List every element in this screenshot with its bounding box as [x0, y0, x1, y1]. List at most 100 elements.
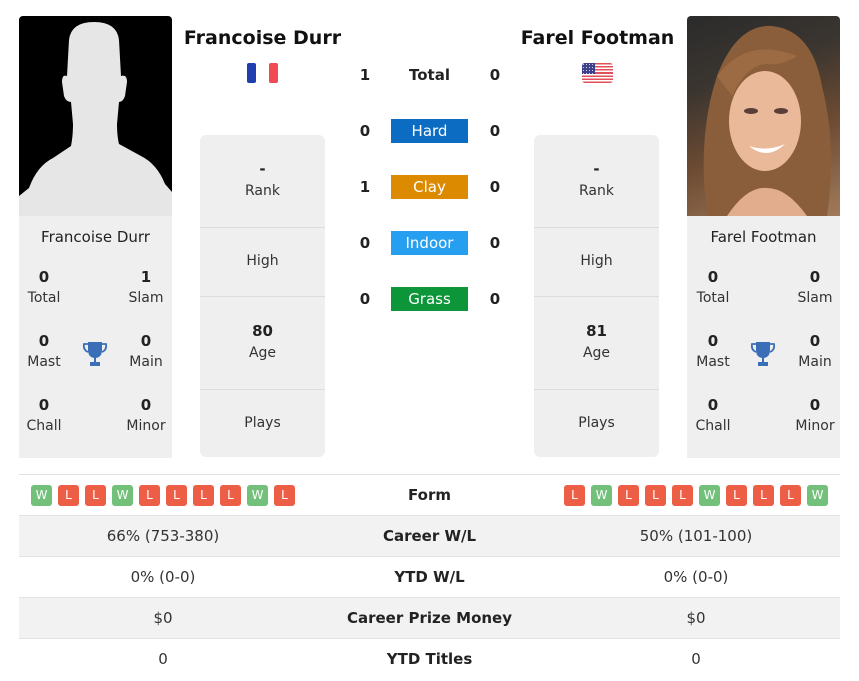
form-loss-badge[interactable]: L [139, 484, 160, 506]
age-value: 80 [252, 322, 273, 340]
player1-chall-titles: 0 Chall [14, 394, 74, 436]
form-badges: LWLLLWLLLW [552, 484, 840, 506]
player2-chall-titles: 0 Chall [683, 394, 743, 436]
form-win-badge[interactable]: W [247, 484, 268, 506]
stat-label: Mast [696, 354, 730, 370]
player1-photo [19, 16, 172, 216]
ytd-titles-row: 0 YTD Titles 0 [19, 638, 840, 679]
high-label: High [246, 253, 279, 269]
surface-badge-hard[interactable]: Hard [391, 119, 468, 143]
form-loss-badge[interactable]: L [753, 484, 774, 506]
player2-rank: - Rank [534, 135, 659, 228]
player1-info-card: - Rank High 80 Age Plays [200, 135, 325, 457]
portrait-image [703, 25, 831, 216]
form-loss-badge[interactable]: L [274, 484, 295, 506]
trophy-icon [750, 342, 776, 366]
form-loss-badge[interactable]: L [672, 484, 693, 506]
stat-value: 0 [38, 268, 50, 286]
player2-ytd-titles: 0 [691, 650, 701, 668]
form-label: Form [408, 486, 451, 504]
form-row: WLLWLLLLWL Form LWLLLWLLLW [19, 474, 840, 515]
player2-career-prize: $0 [686, 609, 706, 627]
form-win-badge[interactable]: W [112, 484, 133, 506]
h2h-indoor-p2: 0 [489, 234, 501, 252]
stat-value: 0 [38, 332, 50, 350]
player1-high: High [200, 228, 325, 297]
player2-name-heading[interactable]: Farel Footman [510, 27, 685, 49]
h2h-indoor-p1: 0 [359, 234, 371, 252]
stat-label: Total [696, 290, 730, 306]
form-loss-badge[interactable]: L [220, 484, 241, 506]
player2-mast-titles: 0 Mast [683, 330, 743, 372]
h2h-clay-p2: 0 [489, 178, 501, 196]
rank-value: - [259, 160, 266, 178]
stat-label: Total [27, 290, 61, 306]
surface-badge-grass[interactable]: Grass [391, 287, 468, 311]
form-win-badge[interactable]: W [807, 484, 828, 506]
h2h-hard-p1: 0 [359, 122, 371, 140]
player1-name-heading[interactable]: Francoise Durr [175, 27, 350, 49]
career-prize-label: Career Prize Money [346, 609, 512, 627]
player2-titles-card: Farel Footman 0 Total 0 Slam 0 Mast 0 Ma… [687, 216, 840, 458]
player1-rank: - Rank [200, 135, 325, 228]
player2-age: 81 Age [534, 297, 659, 390]
ytd-wl-label: YTD W/L [394, 568, 465, 586]
stat-label: Minor [126, 418, 166, 434]
player2-ytd-wl: 0% (0-0) [663, 568, 729, 586]
player2-info-card: - Rank High 81 Age Plays [534, 135, 659, 457]
form-loss-badge[interactable]: L [564, 484, 585, 506]
form-win-badge[interactable]: W [31, 484, 52, 506]
age-label: Age [248, 345, 277, 361]
usa-flag-icon [582, 63, 613, 83]
h2h-grass-row: 0 Grass 0 [350, 287, 510, 311]
player1-name: Francoise Durr [41, 228, 150, 246]
player1-mast-titles: 0 Mast [14, 330, 74, 372]
h2h-grass-p1: 0 [359, 290, 371, 308]
age-value: 81 [586, 322, 607, 340]
h2h-grass-p2: 0 [489, 290, 501, 308]
surface-badge-indoor[interactable]: Indoor [391, 231, 468, 255]
trophy-icon [82, 342, 108, 366]
career-prize-row: $0 Career Prize Money $0 [19, 597, 840, 638]
player2-high: High [534, 228, 659, 297]
h2h-indoor-row: 0 Indoor 0 [350, 231, 510, 255]
player1-slam-titles: 1 Slam [116, 266, 176, 308]
form-loss-badge[interactable]: L [645, 484, 666, 506]
player1-ytd-wl: 0% (0-0) [130, 568, 196, 586]
player2-name: Farel Footman [710, 228, 817, 246]
form-loss-badge[interactable]: L [58, 484, 79, 506]
h2h-clay-row: 1 Clay 0 [350, 175, 510, 199]
form-loss-badge[interactable]: L [726, 484, 747, 506]
player2-total-titles: 0 Total [683, 266, 743, 308]
ytd-titles-label: YTD Titles [386, 650, 473, 668]
player1-form: WLLWLLLLWL [19, 484, 307, 506]
stat-value: 0 [809, 268, 821, 286]
career-wl-row: 66% (753-380) Career W/L 50% (101-100) [19, 515, 840, 556]
player2-form: LWLLLWLLLW [552, 484, 840, 506]
surface-badge-clay[interactable]: Clay [391, 175, 468, 199]
career-wl-label: Career W/L [382, 527, 477, 545]
form-win-badge[interactable]: W [699, 484, 720, 506]
form-loss-badge[interactable]: L [166, 484, 187, 506]
h2h-clay-p1: 1 [359, 178, 371, 196]
player2-minor-titles: 0 Minor [785, 394, 845, 436]
player1-plays: Plays [200, 390, 325, 457]
plays-label: Plays [244, 415, 281, 431]
france-flag-icon [247, 63, 278, 83]
h2h-hard-row: 0 Hard 0 [350, 119, 510, 143]
player1-minor-titles: 0 Minor [116, 394, 176, 436]
form-loss-badge[interactable]: L [780, 484, 801, 506]
stat-label: Chall [26, 418, 62, 434]
player2-career-wl: 50% (101-100) [639, 527, 753, 545]
form-badges: WLLWLLLLWL [19, 484, 307, 506]
form-loss-badge[interactable]: L [618, 484, 639, 506]
form-loss-badge[interactable]: L [85, 484, 106, 506]
stat-value: 0 [707, 396, 719, 414]
player2-main-titles: 0 Main [785, 330, 845, 372]
form-win-badge[interactable]: W [591, 484, 612, 506]
stat-value: 0 [809, 332, 821, 350]
stat-value: 1 [140, 268, 152, 286]
comparison-table: WLLWLLLLWL Form LWLLLWLLLW 66% (753-380)… [19, 474, 840, 679]
h2h-total-row: 1 Total 0 [350, 63, 510, 87]
form-loss-badge[interactable]: L [193, 484, 214, 506]
